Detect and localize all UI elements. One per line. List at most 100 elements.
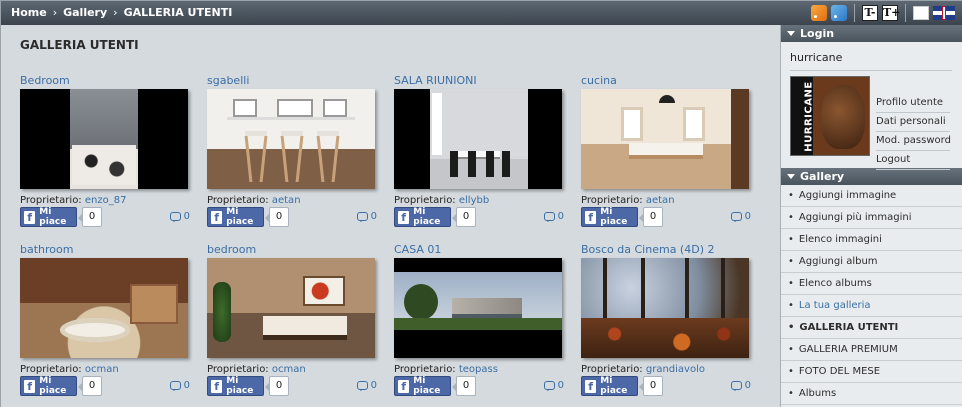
facebook-icon: f (24, 210, 36, 224)
card-title[interactable]: bedroom (207, 243, 377, 258)
owner-link[interactable]: ocman (272, 364, 306, 375)
like-count: 0 (452, 376, 476, 396)
card-title[interactable]: sgabelli (207, 74, 377, 89)
gallery-menu-item[interactable]: GALLERIA PREMIUM (781, 339, 962, 361)
card-owner: Proprietario: aetan (581, 195, 751, 206)
card-owner: Proprietario: grandiavolo (581, 364, 751, 375)
gallery-menu-item[interactable]: Aggiungi immagine (781, 185, 962, 207)
font-decrease-button[interactable]: T- (862, 5, 878, 21)
login-header[interactable]: Login (781, 25, 962, 42)
flag-uk-icon[interactable] (933, 6, 955, 20)
gallery-menu-item[interactable]: Elenco albums (781, 273, 962, 295)
like-row: f Mi piace 0 0 (581, 376, 751, 398)
comments-link[interactable]: 0 (730, 380, 751, 391)
card-thumbnail[interactable] (581, 258, 749, 358)
card-owner: Proprietario: ocman (207, 364, 377, 375)
card-title[interactable]: Bosco da Cinema (4D) 2 (581, 243, 751, 258)
facebook-like-button[interactable]: f Mi piace (207, 207, 264, 227)
card-thumbnail[interactable] (207, 258, 375, 358)
card-title[interactable]: Bedroom (20, 74, 190, 89)
card-thumbnail[interactable] (207, 89, 375, 189)
like-row: f Mi piace 0 0 (581, 207, 751, 229)
divider (790, 70, 952, 71)
facebook-like-button[interactable]: f Mi piace (581, 207, 638, 227)
comments-link[interactable]: 0 (356, 211, 377, 222)
gallery-menu-item[interactable]: Aggiungi più immagini (781, 207, 962, 229)
comment-bubble-icon (543, 212, 555, 222)
card-thumbnail[interactable] (20, 258, 188, 358)
comments-link[interactable]: 0 (730, 211, 751, 222)
facebook-like-button[interactable]: f Mi piace (581, 376, 638, 396)
gallery-card: SALA RIUNIONI Proprietario: ellybb f Mi pia… (394, 74, 564, 229)
owner-link[interactable]: teopass (459, 364, 498, 375)
like-row: f Mi piace 0 0 (394, 376, 564, 398)
comments-link[interactable]: 0 (543, 380, 564, 391)
owner-link[interactable]: grandiavolo (646, 364, 705, 375)
like-row: f Mi piace 0 0 (207, 376, 377, 398)
gallery-menu-item[interactable]: FOTO DEL MESE (781, 361, 962, 383)
breadcrumb-gallery[interactable]: Gallery (63, 6, 107, 19)
card-thumbnail[interactable] (581, 89, 749, 189)
card-title[interactable]: SALA RIUNIONI (394, 74, 564, 89)
like-row: f Mi piace 0 0 (20, 207, 190, 229)
card-title[interactable]: CASA 01 (394, 243, 564, 258)
fb-like-label: Mi piace (600, 376, 628, 396)
logout-link[interactable]: Logout (876, 151, 950, 170)
profile-link[interactable]: Profilo utente (876, 94, 950, 113)
card-owner: Proprietario: ellybb (394, 195, 564, 206)
facebook-like-button[interactable]: f Mi piace (394, 207, 451, 227)
facebook-like-button[interactable]: f Mi piace (207, 376, 264, 396)
owner-link[interactable]: aetan (272, 195, 301, 206)
card-thumbnail[interactable] (20, 89, 188, 189)
card-thumbnail[interactable] (394, 89, 562, 189)
gallery-menu-item[interactable]: Elenco immagini (781, 229, 962, 251)
rss-icon[interactable] (811, 5, 827, 21)
divider (854, 4, 855, 22)
card-title[interactable]: bathroom (20, 243, 190, 258)
comments-link[interactable]: 0 (169, 380, 190, 391)
facebook-icon: f (398, 210, 410, 224)
owner-link[interactable]: aetan (646, 195, 675, 206)
breadcrumb-home[interactable]: Home (11, 6, 47, 19)
card-thumbnail[interactable] (394, 258, 562, 358)
rss-comments-icon[interactable] (831, 5, 847, 21)
fb-like-label: Mi piace (600, 207, 628, 227)
comments-link[interactable]: 0 (543, 211, 564, 222)
top-icons: T- T+ (811, 4, 955, 22)
gallery-title: Gallery (800, 170, 845, 183)
gallery-menu-item[interactable]: GALLERIA UTENTI (781, 317, 962, 339)
change-password-link[interactable]: Mod. password (876, 132, 951, 151)
comment-bubble-icon (356, 381, 368, 391)
triangle-down-icon (787, 174, 795, 179)
card-title[interactable]: cucina (581, 74, 751, 89)
facebook-like-button[interactable]: f Mi piace (394, 376, 451, 396)
fb-like-label: Mi piace (39, 376, 67, 396)
gallery-menu-item[interactable]: Aggiungi album (781, 251, 962, 273)
user-links: Profilo utente Dati personali Mod. passw… (876, 94, 951, 170)
owner-link[interactable]: ocman (85, 364, 119, 375)
personal-data-link[interactable]: Dati personali (876, 113, 950, 132)
facebook-like-button[interactable]: f Mi piace (20, 207, 77, 227)
card-owner: Proprietario: ocman (20, 364, 190, 375)
gallery-menu-item[interactable]: La tua galleria (781, 295, 962, 317)
like-count: 0 (78, 207, 102, 227)
like-count: 0 (639, 376, 663, 396)
facebook-like-button[interactable]: f Mi piace (20, 376, 77, 396)
divider (905, 4, 906, 22)
owner-link[interactable]: ellybb (459, 195, 489, 206)
gallery-menu-item[interactable]: Albums (781, 383, 962, 405)
like-count: 0 (265, 207, 289, 227)
sidebar: Login hurricane HURRICANE Profilo utente… (780, 25, 962, 407)
font-increase-button[interactable]: T+ (882, 5, 900, 21)
flag-italy-icon[interactable] (913, 6, 929, 20)
like-row: f Mi piace 0 0 (207, 207, 377, 229)
owner-label: Proprietario: (207, 364, 272, 375)
gallery-header[interactable]: Gallery (781, 168, 962, 185)
avatar[interactable]: HURRICANE (790, 76, 870, 156)
comment-count: 0 (744, 211, 751, 222)
comments-link[interactable]: 0 (169, 211, 190, 222)
owner-link[interactable]: enzo_87 (85, 195, 127, 206)
comments-link[interactable]: 0 (356, 380, 377, 391)
comment-count: 0 (744, 380, 751, 391)
breadcrumb-separator: › (113, 6, 118, 19)
